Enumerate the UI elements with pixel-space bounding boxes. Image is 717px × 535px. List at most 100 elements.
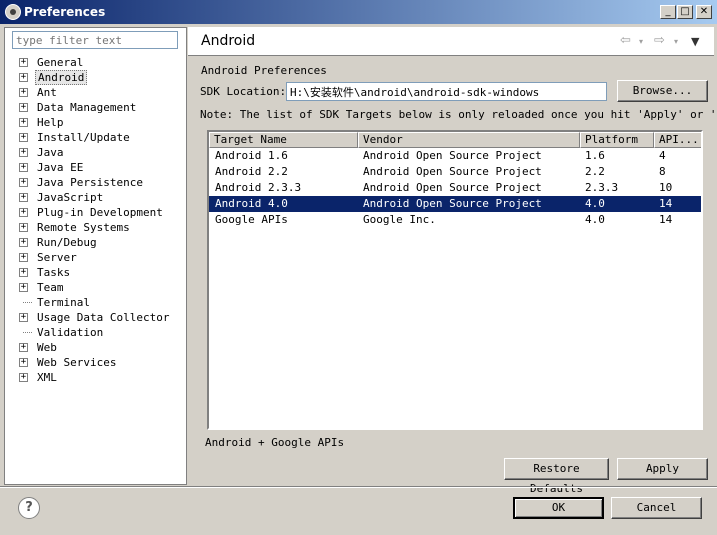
close-button[interactable]: ✕ <box>696 5 712 19</box>
apply-button[interactable]: Apply <box>617 458 708 480</box>
forward-arrow-icon[interactable]: ⇨ <box>654 33 665 48</box>
tree-item-label[interactable]: Ant <box>35 85 59 100</box>
table-cell: Android 2.3.3 <box>215 181 302 194</box>
table-cell: 14 <box>659 197 673 210</box>
browse-button[interactable]: Browse... <box>617 80 708 102</box>
tree-item-label[interactable]: Run/Debug <box>35 235 99 250</box>
sdk-note: Note: The list of SDK Targets below is o… <box>200 108 717 121</box>
tree-item-label[interactable]: Java EE <box>35 160 85 175</box>
expand-plus-icon[interactable]: + <box>19 223 28 232</box>
column-header-target-name[interactable]: Target Name <box>209 132 358 148</box>
expand-plus-icon[interactable]: + <box>19 58 28 67</box>
help-icon[interactable]: ? <box>18 497 40 519</box>
expand-plus-icon[interactable]: + <box>19 73 28 82</box>
preference-page: Android ⇦ ▾ ⇨ ▾ ▼ Android Preferences SD… <box>188 27 717 495</box>
page-title: Android <box>201 33 256 49</box>
expand-plus-icon[interactable]: + <box>19 208 28 217</box>
section-label: Android Preferences <box>201 64 327 77</box>
table-cell: 2.2 <box>585 165 605 178</box>
tree-item-label[interactable]: Java Persistence <box>35 175 145 190</box>
expand-plus-icon[interactable]: + <box>19 313 28 322</box>
expand-plus-icon[interactable]: + <box>19 103 28 112</box>
tree-connector <box>23 332 32 333</box>
tree-item-label[interactable]: Validation <box>35 325 105 340</box>
tree-item-label[interactable]: Server <box>35 250 79 265</box>
table-cell: 4 <box>659 149 666 162</box>
sdk-targets-table[interactable]: Target Name Vendor Platform API... Andro… <box>207 130 703 430</box>
table-cell: 8 <box>659 165 666 178</box>
table-cell: 4.0 <box>585 197 605 210</box>
minimize-button[interactable]: _ <box>660 5 676 19</box>
table-cell: Google APIs <box>215 213 288 226</box>
window-title: Preferences <box>24 5 106 19</box>
tree-item-label[interactable]: Remote Systems <box>35 220 132 235</box>
preference-tree-pane: + General + Android + Ant + Data Management + Hel… <box>4 27 187 485</box>
back-arrow-icon[interactable]: ⇦ <box>620 33 631 48</box>
back-dropdown-icon[interactable]: ▾ <box>639 37 643 46</box>
forward-dropdown-icon[interactable]: ▾ <box>674 37 678 46</box>
table-cell: Android Open Source Project <box>363 149 542 162</box>
expand-plus-icon[interactable]: + <box>19 238 28 247</box>
restore-defaults-button[interactable]: Restore Defaults <box>504 458 609 495</box>
tree-item-label[interactable]: Plug-in Development <box>35 205 165 220</box>
expand-plus-icon[interactable]: + <box>19 148 28 157</box>
tree-item-label[interactable]: Data Management <box>35 100 138 115</box>
column-header-vendor[interactable]: Vendor <box>358 132 580 148</box>
expand-plus-icon[interactable]: + <box>19 178 28 187</box>
tree-item-label[interactable]: XML <box>35 370 59 385</box>
tree-item-label[interactable]: Terminal <box>35 295 92 310</box>
title-bar: Preferences _ □ ✕ <box>0 0 717 24</box>
sdk-location-input[interactable]: H:\安装软件\android\android-sdk-windows <box>286 82 607 101</box>
table-cell: 10 <box>659 181 673 194</box>
table-row[interactable]: Android 4.0 Android Open Source Project 4.… <box>209 196 701 212</box>
tree-item-label[interactable]: Team <box>35 280 66 295</box>
tree-item-label[interactable]: JavaScript <box>35 190 105 205</box>
tree-item-label[interactable]: Android <box>35 70 88 85</box>
tree-item-label[interactable]: General <box>35 55 85 70</box>
table-row[interactable]: Android 2.3.3 Android Open Source Project… <box>209 180 701 196</box>
tree-item-label[interactable]: Usage Data Collector <box>35 310 171 325</box>
table-row[interactable]: Google APIs Google Inc. 4.0 14 <box>209 212 701 228</box>
column-header-api[interactable]: API... <box>654 132 701 148</box>
filter-input[interactable] <box>12 31 178 49</box>
preferences-gear-icon <box>5 4 21 20</box>
tree-item-label[interactable]: Install/Update <box>35 130 132 145</box>
expand-plus-icon[interactable]: + <box>19 118 28 127</box>
expand-plus-icon[interactable]: + <box>19 253 28 262</box>
expand-plus-icon[interactable]: + <box>19 373 28 382</box>
expand-plus-icon[interactable]: + <box>19 358 28 367</box>
tree-item-label[interactable]: Tasks <box>35 265 72 280</box>
expand-plus-icon[interactable]: + <box>19 133 28 142</box>
table-cell: Android 2.2 <box>215 165 288 178</box>
tree-connector <box>23 302 32 303</box>
expand-plus-icon[interactable]: + <box>19 343 28 352</box>
column-header-platform[interactable]: Platform <box>580 132 654 148</box>
maximize-button[interactable]: □ <box>677 5 693 19</box>
expand-plus-icon[interactable]: + <box>19 88 28 97</box>
page-header: Android ⇦ ▾ ⇨ ▾ ▼ <box>188 27 714 56</box>
tree-item-label[interactable]: Web <box>35 340 59 355</box>
view-menu-icon[interactable]: ▼ <box>691 35 699 48</box>
table-cell: Android Open Source Project <box>363 197 542 210</box>
expand-plus-icon[interactable]: + <box>19 163 28 172</box>
table-header: Target Name Vendor Platform API... <box>209 132 701 148</box>
table-row[interactable]: Android 1.6 Android Open Source Project 1.… <box>209 148 701 164</box>
tree-item-label[interactable]: Java <box>35 145 66 160</box>
tree-item-label[interactable]: Help <box>35 115 66 130</box>
table-cell: Android Open Source Project <box>363 181 542 194</box>
cancel-button[interactable]: Cancel <box>611 497 702 519</box>
target-description: Android + Google APIs <box>205 436 345 449</box>
table-cell: Android 4.0 <box>215 197 288 210</box>
expand-plus-icon[interactable]: + <box>19 193 28 202</box>
expand-plus-icon[interactable]: + <box>19 283 28 292</box>
table-cell: 14 <box>659 213 673 226</box>
table-row[interactable]: Android 2.2 Android Open Source Project 2.… <box>209 164 701 180</box>
expand-plus-icon[interactable]: + <box>19 268 28 277</box>
table-cell: Android 1.6 <box>215 149 288 162</box>
table-cell: Android Open Source Project <box>363 165 542 178</box>
table-cell: Google Inc. <box>363 213 436 226</box>
footer-separator <box>0 486 717 488</box>
tree-item-label[interactable]: Web Services <box>35 355 118 370</box>
table-cell: 4.0 <box>585 213 605 226</box>
ok-button[interactable]: OK <box>513 497 604 519</box>
